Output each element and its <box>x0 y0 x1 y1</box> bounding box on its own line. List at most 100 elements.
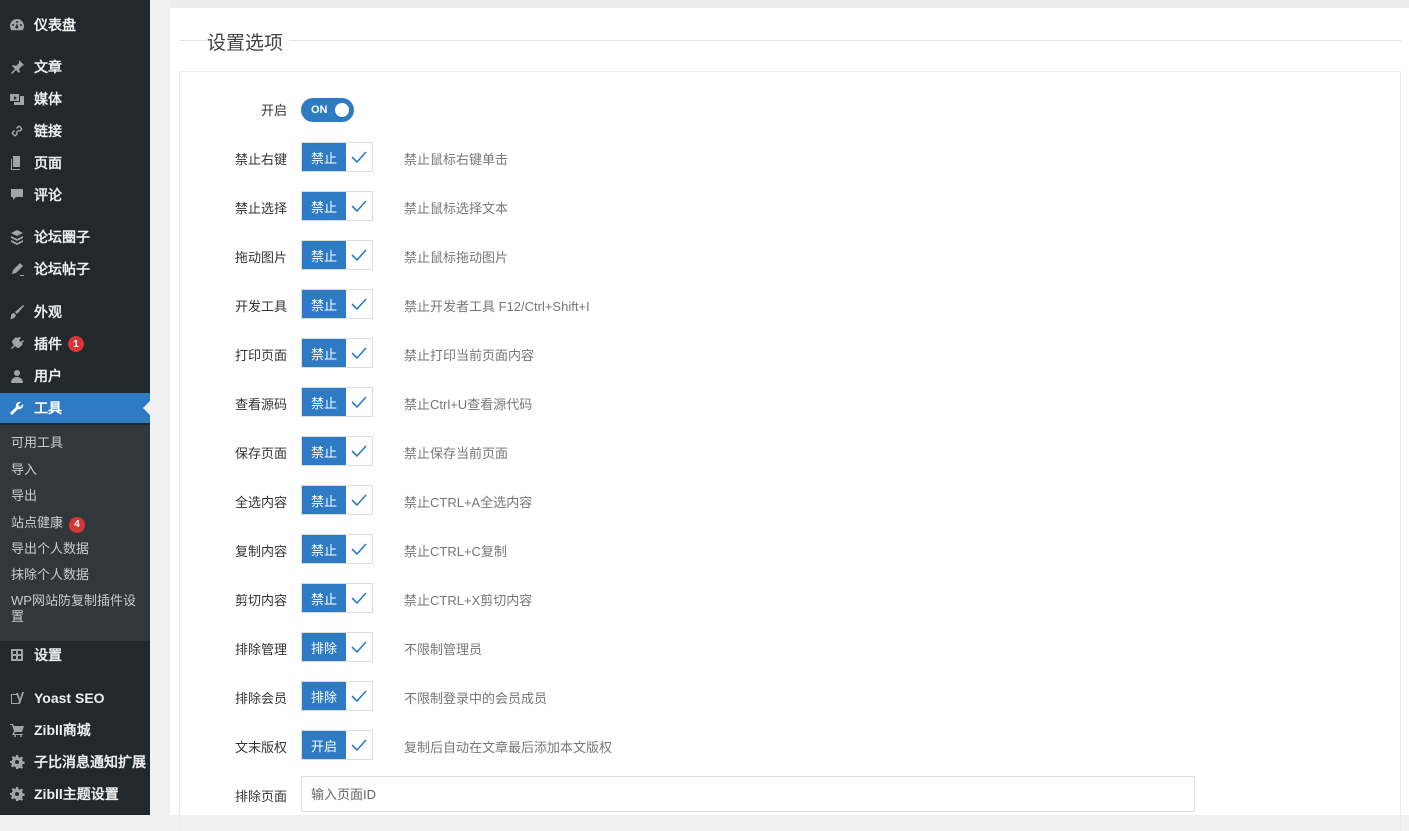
setting-description: 禁止鼠标选择文本 <box>404 201 509 216</box>
sidebar-item-label: 文章 <box>34 59 62 75</box>
setting-description: 禁止CTRL+C复制 <box>404 544 507 559</box>
sidebar-item-label: Zibll商城 <box>34 722 91 738</box>
toggle-tag: 禁止 <box>302 339 346 367</box>
sidebar-item-0[interactable]: 仪表盘 <box>0 10 150 40</box>
sidebar-item-label: 论坛圈子 <box>34 229 90 245</box>
settings-icon <box>8 646 26 664</box>
switch-knob <box>335 103 349 117</box>
submenu-item-1[interactable]: 导入 <box>11 462 141 478</box>
checkmark-icon <box>346 192 372 220</box>
sidebar-item-14[interactable]: Zibll商城 <box>0 715 150 745</box>
tools-submenu: 可用工具导入导出站点健康 4 导出个人数据 抹除个人数据 WP网站防复制插件设置 <box>0 425 150 641</box>
setting-label: 禁止右键 <box>234 152 287 167</box>
forum-post-icon <box>8 260 26 278</box>
enable-label: 开启 <box>260 103 287 118</box>
setting-checkbox-toggle[interactable]: 禁止 <box>301 436 373 466</box>
section-title: 设置选项 <box>207 28 290 55</box>
brush-icon <box>8 303 26 321</box>
setting-checkbox-toggle[interactable]: 禁止 <box>301 142 373 172</box>
sidebar-item-15[interactable]: 子比消息通知扩展 <box>0 747 150 777</box>
toggle-tag: 禁止 <box>302 241 346 269</box>
setting-label: 查看源码 <box>234 397 287 412</box>
sidebar-item-label: 链接 <box>34 123 62 139</box>
submenu-item-label: 抹除个人数据 <box>11 567 90 582</box>
sidebar-item-9[interactable]: 插件 1 <box>0 329 150 359</box>
gear-icon <box>8 785 26 803</box>
checkmark-icon <box>346 486 372 514</box>
checkmark-icon <box>346 241 372 269</box>
submenu-item-label: 导出个人数据 <box>11 541 90 556</box>
setting-checkbox-toggle[interactable]: 排除 <box>301 632 373 662</box>
setting-checkbox-toggle[interactable]: 禁止 <box>301 338 373 368</box>
setting-label: 保存页面 <box>234 446 287 461</box>
sidebar-item-2[interactable]: 媒体 <box>0 84 150 114</box>
checkmark-icon <box>346 633 372 661</box>
checkmark-icon <box>346 339 372 367</box>
setting-checkbox-toggle[interactable]: 禁止 <box>301 534 373 564</box>
link-icon <box>8 122 26 140</box>
setting-description: 禁止开发者工具 F12/Ctrl+Shift+I <box>404 299 590 314</box>
sidebar-item-label: 插件 <box>34 336 62 352</box>
toggle-tag: 开启 <box>302 731 346 759</box>
sidebar-item-label: 设置 <box>34 647 62 663</box>
sidebar-item-3[interactable]: 链接 <box>0 116 150 146</box>
sidebar-item-label: 外观 <box>34 304 62 320</box>
submenu-item-label: 站点健康 <box>11 515 64 530</box>
setting-checkbox-toggle[interactable]: 排除 <box>301 681 373 711</box>
sidebar-item-label: 媒体 <box>34 91 62 107</box>
sidebar-item-1[interactable]: 文章 <box>0 52 150 82</box>
setting-description: 禁止鼠标右键单击 <box>404 152 509 167</box>
setting-description: 不限制管理员 <box>404 642 483 657</box>
toggle-tag: 禁止 <box>302 486 346 514</box>
toggle-tag: 禁止 <box>302 535 346 563</box>
setting-checkbox-toggle[interactable]: 禁止 <box>301 583 373 613</box>
setting-checkbox-toggle[interactable]: 开启 <box>301 730 373 760</box>
setting-checkbox-toggle[interactable]: 禁止 <box>301 485 373 515</box>
page-icon <box>8 154 26 172</box>
sidebar-item-5[interactable]: 评论 <box>0 180 150 210</box>
cart-icon <box>8 721 26 739</box>
sidebar-item-7[interactable]: 论坛帖子 <box>0 254 150 284</box>
submenu-item-4[interactable]: 导出个人数据 <box>11 541 141 557</box>
checkmark-icon <box>346 290 372 318</box>
forum-circle-icon <box>8 228 26 246</box>
setting-checkbox-toggle[interactable]: 禁止 <box>301 191 373 221</box>
setting-checkbox-toggle[interactable]: 禁止 <box>301 289 373 319</box>
setting-label: 开发工具 <box>234 299 287 314</box>
health-issues-badge: 4 <box>69 517 86 533</box>
title-divider <box>179 40 1401 41</box>
submenu-item-6[interactable]: WP网站防复制插件设置 <box>11 593 141 625</box>
sidebar-item-12[interactable]: 设置 <box>0 640 150 670</box>
checkmark-icon <box>346 682 372 710</box>
toggle-tag: 禁止 <box>302 584 346 612</box>
submenu-item-0[interactable]: 可用工具 <box>11 435 141 451</box>
exclude-page-input[interactable] <box>301 776 1195 812</box>
setting-checkbox-toggle[interactable]: 禁止 <box>301 240 373 270</box>
setting-label: 排除管理 <box>234 642 287 657</box>
enable-switch-text: ON <box>311 104 328 116</box>
sidebar-item-16[interactable]: Zibll主题设置 <box>0 779 150 809</box>
setting-description: 禁止打印当前页面内容 <box>404 348 535 363</box>
checkmark-icon <box>346 731 372 759</box>
setting-label: 拖动图片 <box>234 250 287 265</box>
submenu-item-5[interactable]: 抹除个人数据 <box>11 567 141 583</box>
sidebar-item-10[interactable]: 用户 <box>0 361 150 391</box>
pin-icon <box>8 58 26 76</box>
submenu-item-2[interactable]: 导出 <box>11 488 141 504</box>
dashboard-icon <box>8 16 26 34</box>
sidebar-item-11[interactable]: 工具 <box>0 393 150 423</box>
sidebar-item-8[interactable]: 外观 <box>0 297 150 327</box>
setting-label: 全选内容 <box>234 495 287 510</box>
user-icon <box>8 367 26 385</box>
sidebar-item-label: Zibll主题设置 <box>34 786 119 802</box>
sidebar-item-4[interactable]: 页面 <box>0 148 150 178</box>
plugin-icon <box>8 335 26 353</box>
media-icon <box>8 90 26 108</box>
setting-label: 排除会员 <box>234 691 287 706</box>
sidebar-item-6[interactable]: 论坛圈子 <box>0 222 150 252</box>
submenu-item-3[interactable]: 站点健康 4 <box>11 515 141 533</box>
enable-switch[interactable]: ON <box>301 98 354 122</box>
setting-checkbox-toggle[interactable]: 禁止 <box>301 387 373 417</box>
sidebar-item-13[interactable]: Yoast SEO <box>0 683 150 713</box>
setting-description: 不限制登录中的会员成员 <box>404 691 548 706</box>
